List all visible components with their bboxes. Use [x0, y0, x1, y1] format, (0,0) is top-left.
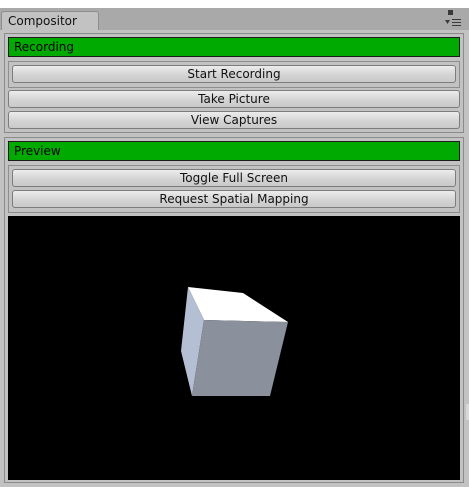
view-captures-button[interactable]: View Captures: [8, 111, 460, 129]
view-captures-label: View Captures: [190, 113, 278, 127]
preview-header-label: Preview: [14, 144, 61, 158]
start-recording-label: Start Recording: [187, 67, 281, 81]
cube-front-face: [192, 320, 288, 396]
toggle-full-screen-label: Toggle Full Screen: [180, 171, 288, 185]
request-spatial-mapping-label: Request Spatial Mapping: [159, 192, 309, 206]
request-spatial-mapping-button[interactable]: Request Spatial Mapping: [12, 190, 456, 208]
take-picture-label: Take Picture: [198, 92, 270, 106]
tab-bar: Compositor: [0, 0, 469, 30]
preview-scene: [181, 287, 288, 396]
recording-header: Recording: [8, 37, 460, 57]
preview-viewport[interactable]: [8, 216, 460, 480]
cube-top-face: [188, 287, 288, 322]
compositor-window: Compositor Recording Start Recording Tak…: [0, 0, 469, 487]
recording-header-label: Recording: [14, 40, 75, 54]
recording-section: Recording Start Recording Take Picture V…: [4, 33, 464, 133]
preview-header: Preview: [8, 141, 460, 161]
context-menu-icon[interactable]: [445, 19, 461, 27]
start-recording-button[interactable]: Start Recording: [12, 65, 456, 83]
toggle-full-screen-button[interactable]: Toggle Full Screen: [12, 169, 456, 187]
preview-button-group: Toggle Full Screen Request Spatial Mappi…: [8, 165, 460, 213]
tab-compositor-label: Compositor: [8, 14, 77, 28]
recording-button-group: Start Recording: [8, 61, 460, 88]
window-controls: [443, 8, 465, 28]
tab-compositor[interactable]: Compositor: [1, 11, 99, 30]
maximize-icon[interactable]: [448, 10, 453, 15]
take-picture-button[interactable]: Take Picture: [8, 90, 460, 108]
